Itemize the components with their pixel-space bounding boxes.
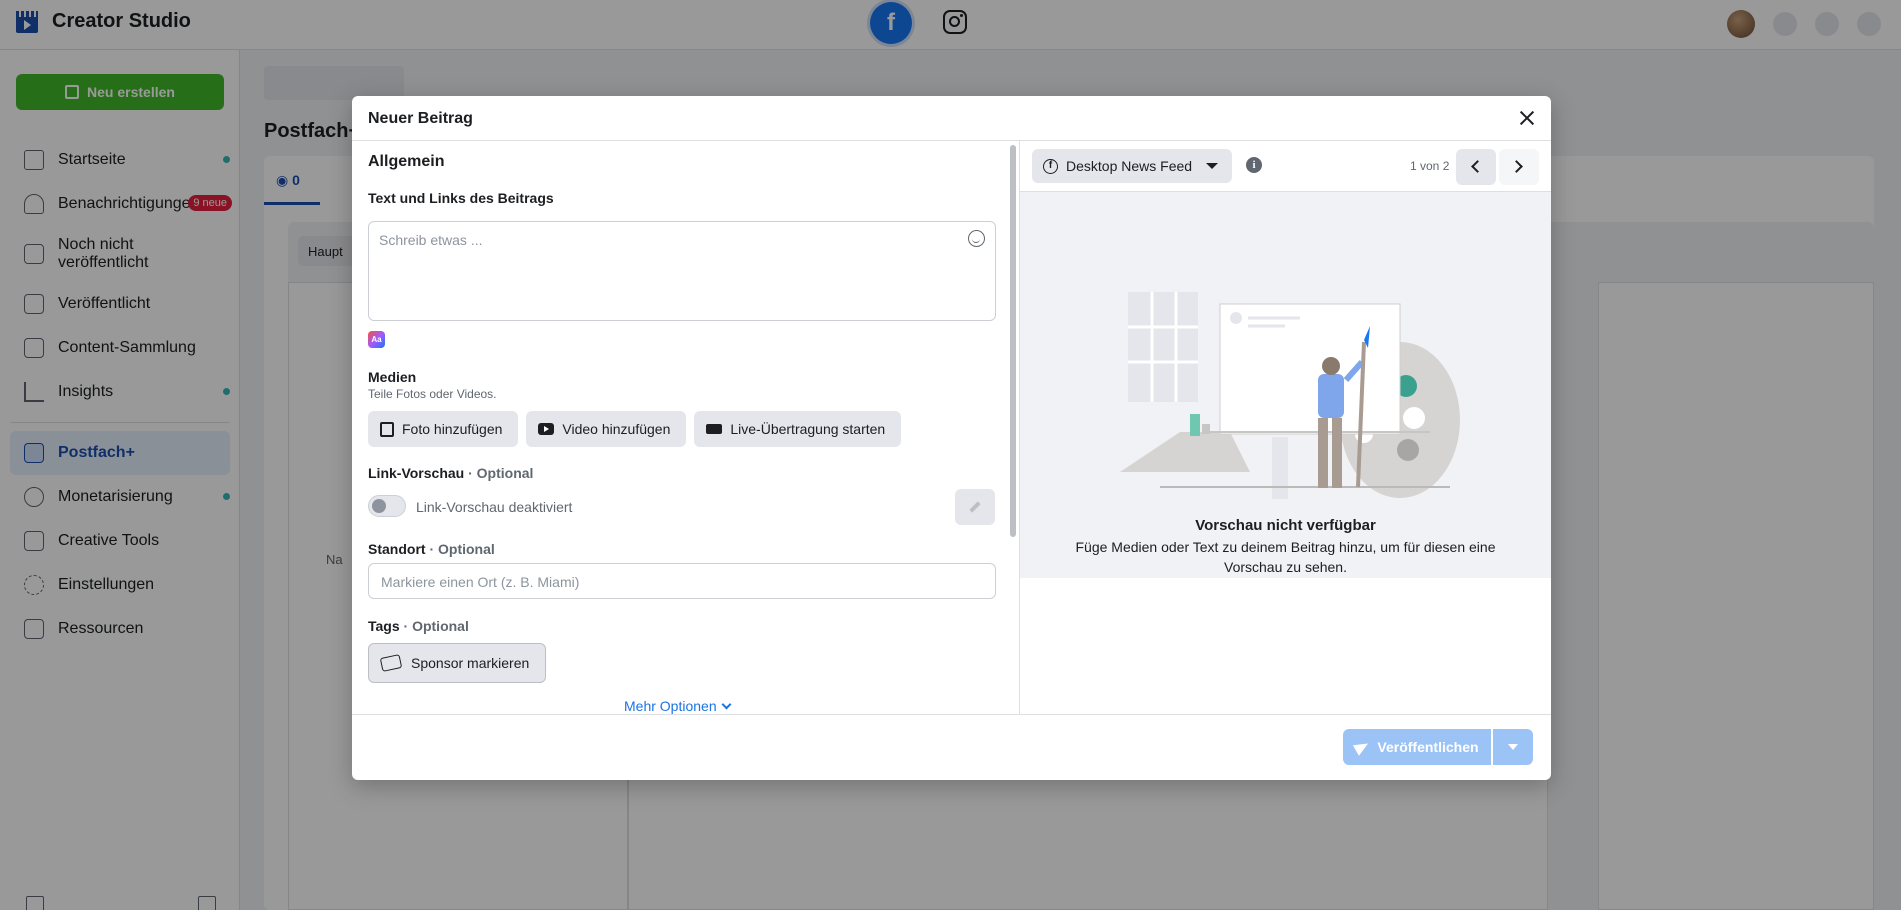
add-photo-button[interactable]: Foto hinzufügen <box>368 411 519 447</box>
form-scrollbar[interactable] <box>1010 145 1016 537</box>
location-title: Standort <box>368 541 426 557</box>
link-preview-edit-button[interactable] <box>955 489 995 525</box>
info-icon[interactable]: i <box>1246 157 1262 173</box>
media-buttons: Foto hinzufügen Video hinzufügen Live-Üb… <box>368 411 902 447</box>
tag-sponsor-label: Sponsor markieren <box>411 655 530 671</box>
more-options-link[interactable]: Mehr Optionen <box>624 698 732 714</box>
publish-label: Veröffentlichen <box>1377 739 1479 755</box>
chevron-left-icon <box>1471 160 1484 173</box>
publish-button[interactable]: Veröffentlichen <box>1343 729 1491 765</box>
add-video-button[interactable]: Video hinzufügen <box>526 411 687 447</box>
link-preview-label: Link-Vorschau · Optional <box>368 465 533 481</box>
tags-label: Tags · Optional <box>368 618 469 634</box>
dialog-header: Neuer Beitrag <box>352 96 1551 141</box>
new-post-dialog: Neuer Beitrag Allgemein Text und Links d… <box>352 96 1551 780</box>
location-input[interactable]: Markiere einen Ort (z. B. Miami) <box>368 563 996 599</box>
pencil-icon <box>969 501 981 513</box>
send-icon <box>1353 738 1372 756</box>
add-video-label: Video hinzufügen <box>562 421 671 437</box>
tag-sponsor-button[interactable]: Sponsor markieren <box>368 643 547 683</box>
dialog-footer: Veröffentlichen <box>352 714 1551 780</box>
tags-title: Tags <box>368 618 400 634</box>
text-label: Text und Links des Beitrags <box>368 190 554 206</box>
close-icon[interactable] <box>1517 108 1537 128</box>
link-preview-toggle-label: Link-Vorschau deaktiviert <box>416 499 573 515</box>
optional-tag: · Optional <box>403 618 469 634</box>
facebook-icon: f <box>1043 159 1058 174</box>
add-photo-label: Foto hinzufügen <box>402 421 503 437</box>
handshake-icon <box>379 654 403 672</box>
preview-toolbar: f Desktop News Feed i 1 von 2 <box>1020 141 1551 192</box>
preview-canvas: Vorschau nicht verfügbar Füge Medien ode… <box>1020 192 1551 578</box>
media-sublabel: Teile Fotos oder Videos. <box>368 387 497 401</box>
painter-illustration <box>1120 292 1460 499</box>
photo-icon <box>380 421 394 437</box>
preview-unavailable-title: Vorschau nicht verfügbar <box>1195 517 1376 534</box>
start-live-button[interactable]: Live-Übertragung starten <box>694 411 902 447</box>
dialog-title: Neuer Beitrag <box>368 110 473 127</box>
placement-label: Desktop News Feed <box>1066 158 1193 174</box>
emoji-icon[interactable] <box>968 230 985 247</box>
preview-pager: 1 von 2 <box>1410 159 1450 173</box>
link-preview-toggle[interactable] <box>368 495 406 517</box>
preview-next-button[interactable] <box>1499 149 1539 185</box>
preview-unavailable-desc: Füge Medien oder Text zu deinem Beitrag … <box>1075 539 1496 575</box>
optional-tag: · Optional <box>468 465 534 481</box>
easel-board <box>1219 303 1401 435</box>
location-label: Standort · Optional <box>368 541 495 557</box>
video-icon <box>538 423 555 435</box>
start-live-label: Live-Übertragung starten <box>730 421 886 437</box>
text-format-icon[interactable]: Aa <box>368 331 385 348</box>
optional-tag: · Optional <box>429 541 495 557</box>
chevron-right-icon <box>1510 160 1523 173</box>
caret-down-icon <box>1206 163 1219 169</box>
post-form: Allgemein Text und Links des Beitrags Sc… <box>352 141 1020 714</box>
more-options-label: Mehr Optionen <box>624 698 717 714</box>
post-text-input[interactable]: Schreib etwas ... <box>368 221 996 321</box>
preview-prev-button[interactable] <box>1456 149 1496 185</box>
live-icon <box>706 424 723 434</box>
placement-dropdown[interactable]: f Desktop News Feed <box>1032 149 1233 183</box>
section-general: Allgemein <box>368 153 445 170</box>
link-preview-title: Link-Vorschau <box>368 465 465 481</box>
window-shape <box>1128 292 1198 402</box>
chevron-down-icon <box>721 699 732 709</box>
painter-figure <box>1318 374 1344 418</box>
post-preview: f Desktop News Feed i 1 von 2 Vorschau n… <box>1020 141 1551 714</box>
media-label: Medien <box>368 369 417 385</box>
post-text-placeholder: Schreib etwas ... <box>379 232 483 248</box>
publish-options-dropdown[interactable] <box>1493 729 1533 765</box>
